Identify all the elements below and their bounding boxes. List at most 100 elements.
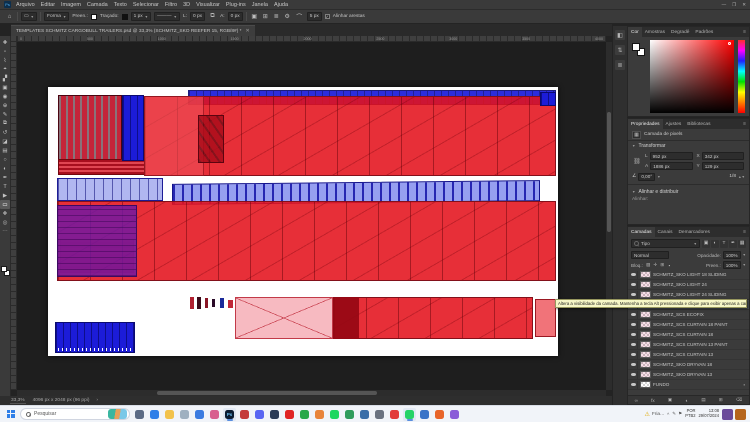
lock-icon[interactable]: ✛	[652, 262, 659, 269]
layer-thumbnail[interactable]	[640, 351, 651, 358]
menu-item[interactable]: 3D	[183, 2, 190, 8]
ratio-stepper[interactable]: ▲▼	[738, 175, 745, 179]
layer-thumbnail[interactable]	[640, 321, 651, 328]
taskbar-app-blue-tool[interactable]	[418, 408, 431, 421]
menu-item[interactable]: Ajuda	[274, 2, 288, 8]
layer-row[interactable]: SCHMITZ_SCS CURTAIN 13 PAINT	[628, 340, 749, 350]
tool-eyedropper[interactable]: ◉	[0, 92, 10, 101]
layer-thumbnail[interactable]	[640, 271, 651, 278]
layer-visibility-eye-icon[interactable]	[630, 371, 638, 379]
close-tab-icon[interactable]: ✕	[246, 29, 250, 34]
taskbar-app-razer[interactable]	[343, 408, 356, 421]
link-dimensions-icon[interactable]: ⧉	[208, 12, 217, 21]
taskbar-app-spotify[interactable]	[328, 408, 341, 421]
taskbar-app-whatsapp[interactable]	[403, 408, 416, 421]
lock-icon[interactable]: ⊞	[659, 262, 666, 269]
layer-thumbnail[interactable]	[640, 371, 651, 378]
layer-row[interactable]: SCHMITZ_SCS ECOFIX	[628, 310, 749, 320]
taskbar-app-edge[interactable]	[148, 408, 161, 421]
layer-thumbnail[interactable]	[640, 361, 651, 368]
layers-action-icon[interactable]: ◐	[685, 398, 688, 403]
tool-preset-picker[interactable]: ▭▼	[21, 12, 37, 21]
tool-more[interactable]: ⋯	[0, 227, 10, 236]
taskbar-app-photoshop[interactable]: Ps	[223, 408, 236, 421]
taskbar-app-paint[interactable]	[208, 408, 221, 421]
layer-row[interactable]: SCHMITZ_SCS CURTAIN 18	[628, 330, 749, 340]
layer-filter-icon[interactable]: ✒	[729, 240, 737, 248]
x-field[interactable]: 342 px	[702, 152, 744, 160]
collapsed-panel-icon[interactable]: ◧	[615, 30, 625, 40]
menu-item[interactable]: Camada	[87, 2, 108, 8]
panel-tab[interactable]: Cor	[628, 27, 642, 37]
tool-move[interactable]: ✚	[0, 38, 10, 47]
menu-item[interactable]: Filtro	[165, 2, 177, 8]
tool-lasso[interactable]: ⌇	[0, 56, 10, 65]
layer-row[interactable]: SCHMITZ_SKO LIGHT 18 SLIDING	[628, 270, 749, 280]
taskbar-app-steam[interactable]	[268, 408, 281, 421]
clock[interactable]: 13:08 29/07/2024	[699, 409, 720, 418]
lock-icon[interactable]: ▪	[666, 262, 673, 269]
tray-icon[interactable]: ⚑	[678, 411, 682, 417]
tool-gradient[interactable]: ▤	[0, 146, 10, 155]
layer-filter-icon[interactable]: ▣	[702, 240, 710, 248]
taskbar-app-blue-eye[interactable]	[358, 408, 371, 421]
menu-item[interactable]: Imagem	[61, 2, 81, 8]
tool-hand[interactable]: ❖	[0, 209, 10, 218]
width-field[interactable]: 952 px	[650, 152, 693, 160]
panel-menu-icon[interactable]: ≡	[740, 27, 749, 37]
layer-visibility-eye-icon[interactable]	[630, 351, 638, 359]
tool-dodge[interactable]: ◐	[0, 164, 10, 173]
home-icon[interactable]: ⌂	[5, 12, 14, 21]
stroke-width-field[interactable]: 1 px▼	[131, 12, 152, 21]
panel-tab[interactable]: Demarcadores	[675, 227, 712, 237]
window-control-button[interactable]: ✕	[742, 2, 746, 8]
align-edges-checkbox[interactable]: ✓	[325, 14, 330, 19]
panel-tab[interactable]: Padrões	[692, 27, 716, 37]
corner-radius-field[interactable]: 5 px	[307, 12, 322, 21]
hue-slider[interactable]	[738, 40, 745, 113]
taskbar-app-mail[interactable]	[193, 408, 206, 421]
tray-app-1[interactable]	[722, 409, 733, 420]
taskbar-app-discord[interactable]	[253, 408, 266, 421]
panel-tab[interactable]: Amostras	[642, 27, 668, 37]
tool-crop[interactable]: ▞	[0, 74, 10, 83]
width-field[interactable]: 0 px	[190, 12, 205, 21]
tray-icon[interactable]: ✎	[672, 411, 676, 417]
layer-thumbnail[interactable]	[640, 281, 651, 288]
tray-expand-caret[interactable]: ^	[667, 412, 669, 417]
taskbar-app-opera[interactable]	[388, 408, 401, 421]
taskbar-app-youtube[interactable]	[283, 408, 296, 421]
window-control-button[interactable]: —	[722, 2, 727, 8]
tray-app-2[interactable]	[735, 409, 746, 420]
tool-frame[interactable]: ▣	[0, 83, 10, 92]
layer-thumbnail[interactable]	[640, 291, 651, 298]
path-operation-icon[interactable]: ≣	[272, 12, 281, 21]
layer-row[interactable]: SCHMITZ_SCS CURTAIN 18 PAINT	[628, 320, 749, 330]
taskbar-app-media-player[interactable]	[373, 408, 386, 421]
menu-item[interactable]: Selecionar	[133, 2, 159, 8]
layers-action-icon[interactable]: ⌫	[736, 397, 743, 403]
taskbar-app-settings[interactable]	[178, 408, 191, 421]
transform-section-header[interactable]: ▼Transformar	[628, 141, 749, 151]
layers-action-icon[interactable]: fx	[651, 398, 655, 403]
lock-icon[interactable]: ▨	[645, 262, 652, 269]
tool-pen[interactable]: ✒	[0, 173, 10, 182]
layers-action-icon[interactable]: ∞	[635, 398, 638, 403]
zoom-level-field[interactable]: 33,3%	[10, 398, 26, 404]
layer-visibility-eye-icon[interactable]	[630, 321, 638, 329]
path-operation-icon[interactable]: ⊞	[261, 12, 270, 21]
layer-filter-icon[interactable]: ▦	[738, 240, 746, 248]
panel-tab[interactable]: Camadas	[628, 227, 655, 237]
tool-mode-select[interactable]: Forma▼	[44, 12, 69, 21]
layer-visibility-eye-icon[interactable]	[630, 281, 638, 289]
layer-row[interactable]: SCHMITZ_SCS CURTAIN 13	[628, 350, 749, 360]
tool-path-selection[interactable]: ▶	[0, 191, 10, 200]
layer-visibility-eye-icon[interactable]	[630, 341, 638, 349]
layer-filter-select[interactable]: Tipo ▼	[631, 239, 700, 248]
layers-action-icon[interactable]: ▣	[668, 397, 672, 403]
tool-healing[interactable]: ⊕	[0, 101, 10, 110]
collapsed-panel-icon[interactable]: ⇅	[615, 45, 625, 55]
color-fg-bg-swatches[interactable]	[632, 43, 645, 56]
menu-item[interactable]: Texto	[114, 2, 127, 8]
taskbar-app-file-explorer[interactable]	[163, 408, 176, 421]
